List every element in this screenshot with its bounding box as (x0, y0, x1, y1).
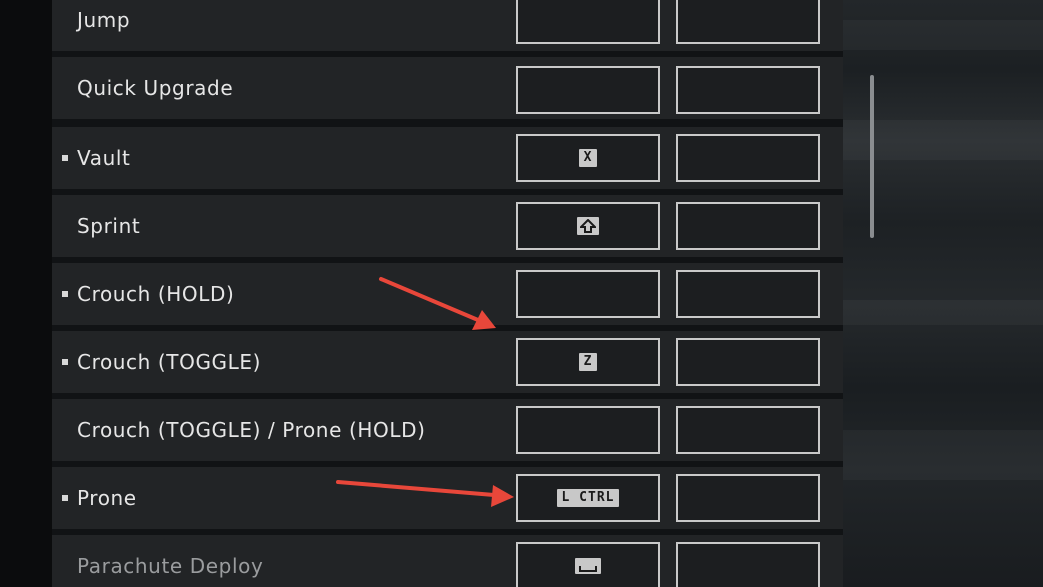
square-bullet-icon (62, 359, 68, 365)
action-label: Sprint (77, 214, 141, 238)
secondary-binding-slot[interactable] (676, 66, 820, 114)
primary-binding-slot[interactable] (516, 0, 660, 44)
primary-binding-slot[interactable] (516, 542, 660, 587)
action-label: Jump (77, 8, 131, 32)
shift-arrow-icon (577, 217, 599, 235)
primary-binding-slot[interactable]: L CTRL (516, 474, 660, 522)
keycap-z: Z (578, 353, 598, 371)
primary-binding-slot[interactable] (516, 202, 660, 250)
keybind-row-crouch-toggle-prone-hold[interactable]: Crouch (TOGGLE) / Prone (HOLD) (52, 399, 843, 461)
keybind-row-parachute-deploy[interactable]: Parachute Deploy (52, 535, 843, 587)
secondary-binding-slot[interactable] (676, 338, 820, 386)
secondary-binding-slot[interactable] (676, 270, 820, 318)
square-bullet-icon (62, 291, 68, 297)
action-label: Parachute Deploy (77, 554, 264, 578)
keybind-row-crouch-hold[interactable]: Crouch (HOLD) (52, 263, 843, 325)
keycap-x: X (578, 149, 598, 167)
primary-binding-slot[interactable] (516, 406, 660, 454)
keybind-row-sprint[interactable]: Sprint (52, 195, 843, 257)
primary-binding-slot[interactable]: X (516, 134, 660, 182)
action-label: Crouch (TOGGLE) / Prone (HOLD) (77, 418, 426, 442)
primary-binding-slot[interactable] (516, 66, 660, 114)
keybind-row-vault[interactable]: Vault X (52, 127, 843, 189)
action-label: Vault (77, 146, 131, 170)
spacebar-icon (575, 558, 601, 574)
square-bullet-icon (62, 155, 68, 161)
keycap-l-ctrl: L CTRL (556, 489, 620, 507)
left-panel-edge (0, 0, 52, 587)
square-bullet-icon (62, 495, 68, 501)
action-label: Prone (77, 486, 137, 510)
keybind-row-quick-upgrade[interactable]: Quick Upgrade (52, 57, 843, 119)
scrollbar-thumb[interactable] (870, 75, 874, 238)
action-label: Crouch (TOGGLE) (77, 350, 262, 374)
keybind-row-prone[interactable]: Prone L CTRL (52, 467, 843, 529)
secondary-binding-slot[interactable] (676, 202, 820, 250)
secondary-binding-slot[interactable] (676, 474, 820, 522)
action-label: Crouch (HOLD) (77, 282, 235, 306)
secondary-binding-slot[interactable] (676, 0, 820, 44)
secondary-binding-slot[interactable] (676, 134, 820, 182)
keybind-row-jump[interactable]: Jump (52, 0, 843, 51)
action-label: Quick Upgrade (77, 76, 234, 100)
keybind-list: Jump Quick Upgrade Vault X Sprint Crouch… (52, 0, 843, 587)
primary-binding-slot[interactable] (516, 270, 660, 318)
secondary-binding-slot[interactable] (676, 406, 820, 454)
primary-binding-slot[interactable]: Z (516, 338, 660, 386)
keybind-settings-screen: Jump Quick Upgrade Vault X Sprint Crouch… (0, 0, 1043, 587)
keybind-row-crouch-toggle[interactable]: Crouch (TOGGLE) Z (52, 331, 843, 393)
secondary-binding-slot[interactable] (676, 542, 820, 587)
